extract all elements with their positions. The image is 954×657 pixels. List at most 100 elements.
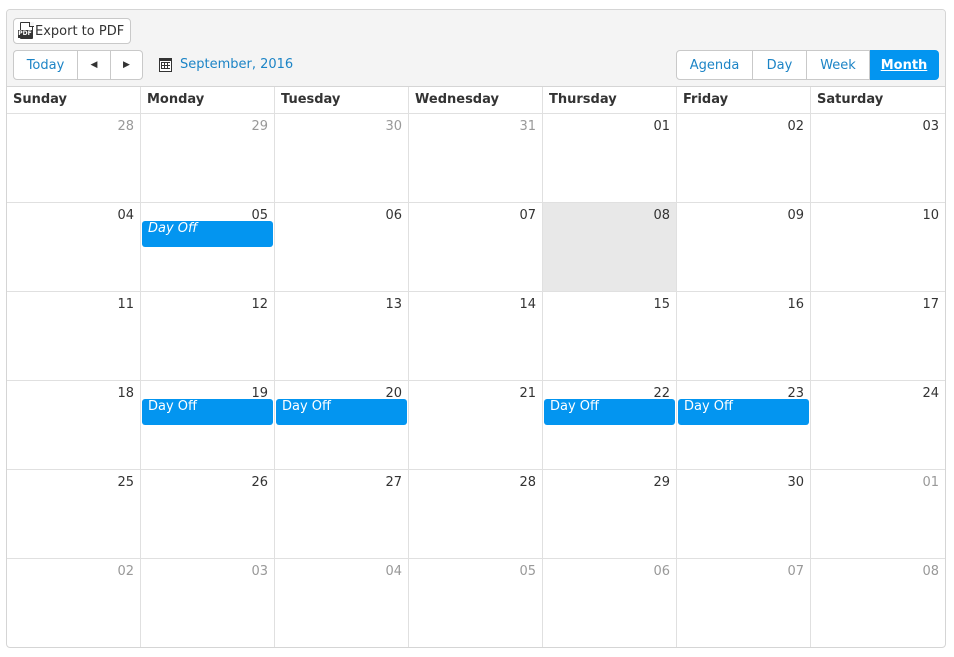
day-header-sunday: Sunday xyxy=(7,87,141,113)
next-button[interactable]: ▶ xyxy=(111,50,143,80)
day-number: 01 xyxy=(922,475,939,490)
day-number: 04 xyxy=(117,208,134,223)
view-month-button[interactable]: Month xyxy=(870,50,939,80)
day-cell[interactable]: 02 xyxy=(7,559,141,647)
day-header-saturday: Saturday xyxy=(817,92,884,107)
today-button[interactable]: Today xyxy=(13,50,78,80)
day-cell[interactable]: 24 xyxy=(811,381,945,469)
day-number: 02 xyxy=(117,564,134,579)
day-number: 08 xyxy=(653,208,670,223)
day-number: 13 xyxy=(385,297,402,312)
event-day-off[interactable]: Day Off xyxy=(544,399,675,425)
day-number: 30 xyxy=(385,119,402,134)
day-number: 27 xyxy=(385,475,402,490)
export-pdf-button[interactable]: PDF Export to PDF xyxy=(13,18,131,44)
day-number: 30 xyxy=(787,475,804,490)
day-cell[interactable]: 07 xyxy=(677,559,811,647)
day-cell[interactable]: 10 xyxy=(811,203,945,291)
day-number: 01 xyxy=(653,119,670,134)
day-cell[interactable]: 23 Day Off xyxy=(677,381,811,469)
day-number: 04 xyxy=(385,564,402,579)
day-cell[interactable]: 19 Day Off xyxy=(141,381,275,469)
week-row: 04 05 Day Off 06 07 08 09 10 xyxy=(7,203,945,292)
day-number: 17 xyxy=(922,297,939,312)
day-number: 02 xyxy=(787,119,804,134)
day-number: 21 xyxy=(519,386,536,401)
day-cell[interactable]: 12 xyxy=(141,292,275,380)
day-number: 09 xyxy=(787,208,804,223)
day-number: 28 xyxy=(117,119,134,134)
day-cell[interactable]: 02 xyxy=(677,114,811,202)
day-cell[interactable]: 01 xyxy=(543,114,677,202)
day-cell[interactable]: 15 xyxy=(543,292,677,380)
day-number: 18 xyxy=(117,386,134,401)
day-cell[interactable]: 06 xyxy=(543,559,677,647)
caret-right-icon: ▶ xyxy=(123,60,130,70)
day-cell[interactable]: 17 xyxy=(811,292,945,380)
current-date-text: September, 2016 xyxy=(180,57,294,72)
day-cell[interactable]: 20 Day Off xyxy=(275,381,409,469)
week-row: 25 26 27 28 29 30 01 xyxy=(7,470,945,559)
previous-button[interactable]: ◀ xyxy=(78,50,111,80)
day-cell[interactable]: 05 xyxy=(409,559,543,647)
day-number: 11 xyxy=(117,297,134,312)
day-cell[interactable]: 26 xyxy=(141,470,275,558)
event-day-off[interactable]: Day Off xyxy=(678,399,809,425)
day-cell[interactable]: 03 xyxy=(141,559,275,647)
event-day-off[interactable]: Day Off xyxy=(142,399,273,425)
day-number: 07 xyxy=(519,208,536,223)
day-number: 10 xyxy=(922,208,939,223)
view-day-button[interactable]: Day xyxy=(753,50,807,80)
day-cell[interactable]: 28 xyxy=(7,114,141,202)
day-cell[interactable]: 28 xyxy=(409,470,543,558)
day-cell-today[interactable]: 08 xyxy=(543,203,677,291)
day-number: 26 xyxy=(251,475,268,490)
day-cell[interactable]: 29 xyxy=(141,114,275,202)
week-row: 28 29 30 31 01 02 03 xyxy=(7,114,945,203)
day-header-tuesday: Tuesday xyxy=(275,87,409,113)
day-cell[interactable]: 27 xyxy=(275,470,409,558)
view-switcher: Agenda Day Week Month xyxy=(676,50,939,80)
day-cell[interactable]: 04 xyxy=(275,559,409,647)
day-cell[interactable]: 21 xyxy=(409,381,543,469)
day-number: 29 xyxy=(251,119,268,134)
day-number: 16 xyxy=(787,297,804,312)
event-day-off[interactable]: Day Off xyxy=(276,399,407,425)
day-cell[interactable]: 01 xyxy=(811,470,945,558)
day-cell[interactable]: 14 xyxy=(409,292,543,380)
day-cell[interactable]: 05 Day Off xyxy=(141,203,275,291)
day-cell[interactable]: 22 Day Off xyxy=(543,381,677,469)
day-cell[interactable]: 11 xyxy=(7,292,141,380)
month-grid: Sunday Monday Tuesday Wednesday Thursday Frid… xyxy=(7,87,945,647)
day-cell[interactable]: 08 xyxy=(811,559,945,647)
day-number: 03 xyxy=(251,564,268,579)
day-header-row: Sunday Monday Tuesday Wednesday Thursday Frid… xyxy=(7,87,945,114)
day-cell[interactable]: 30 xyxy=(275,114,409,202)
day-cell[interactable]: 04 xyxy=(7,203,141,291)
day-cell[interactable]: 09 xyxy=(677,203,811,291)
caret-left-icon: ◀ xyxy=(90,60,98,70)
day-number: 31 xyxy=(519,119,536,134)
week-row: 02 03 04 05 06 07 08 xyxy=(7,559,945,647)
day-header-monday: Monday xyxy=(141,87,275,113)
day-cell[interactable]: 30 xyxy=(677,470,811,558)
view-agenda-button[interactable]: Agenda xyxy=(676,50,753,80)
view-week-button[interactable]: Week xyxy=(807,50,870,80)
day-header-friday: Friday xyxy=(677,87,811,113)
day-cell[interactable]: 31 xyxy=(409,114,543,202)
export-label: Export to PDF xyxy=(35,23,125,39)
day-cell[interactable]: 07 xyxy=(409,203,543,291)
day-cell[interactable]: 06 xyxy=(275,203,409,291)
day-cell[interactable]: 25 xyxy=(7,470,141,558)
day-cell[interactable]: 03 xyxy=(811,114,945,202)
day-header-wednesday: Wednesday xyxy=(409,87,543,113)
day-cell[interactable]: 29 xyxy=(543,470,677,558)
day-cell[interactable]: 16 xyxy=(677,292,811,380)
event-day-off[interactable]: Day Off xyxy=(142,221,273,247)
navigation-group: Today ◀ ▶ xyxy=(13,50,143,80)
day-cell[interactable]: 18 xyxy=(7,381,141,469)
day-number: 07 xyxy=(787,564,804,579)
day-cell[interactable]: 13 xyxy=(275,292,409,380)
pdf-file-icon: PDF xyxy=(18,22,34,40)
current-date-picker[interactable]: September, 2016 xyxy=(159,57,293,72)
